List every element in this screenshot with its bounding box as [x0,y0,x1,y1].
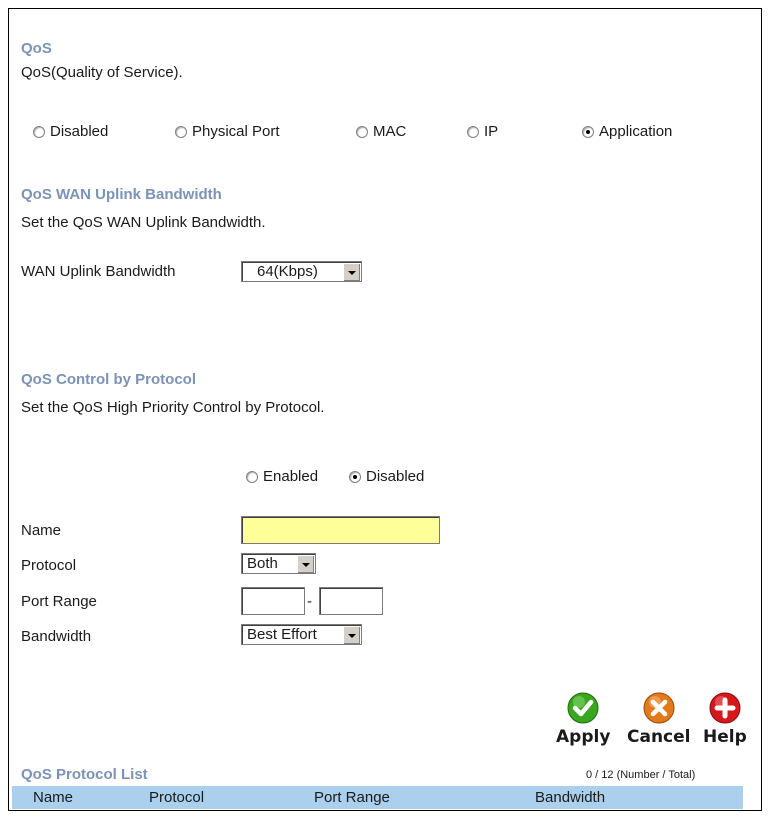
wan-bandwidth-select[interactable]: 64(Kbps) [241,261,362,282]
column-header-name: Name [33,789,74,806]
radio-label: Enabled [263,468,319,485]
radio-circle [467,125,479,138]
chevron-down-icon [343,263,360,281]
check-icon [567,692,599,724]
protocol-heading: QoS Control by Protocol [21,371,196,388]
name-field[interactable] [241,516,440,544]
port-range-to[interactable] [319,587,383,615]
close-icon [643,692,675,724]
cancel-button[interactable]: Cancel [627,692,690,747]
help-button[interactable]: Help [703,692,747,747]
wan-bandwidth-label: WAN Uplink Bandwidth [21,263,176,280]
radio-circle [356,125,368,138]
radio-mode-physical-port[interactable]: Physical Port [175,123,280,140]
apply-label: Apply [556,727,611,747]
help-label: Help [703,727,747,747]
column-header-bandwidth: Bandwidth [535,789,606,806]
radio-circle [349,470,361,483]
radio-circle [33,125,45,138]
radio-mode-mac[interactable]: MAC [356,123,406,140]
protocol-description: Set the QoS High Priority Control by Pro… [21,399,325,416]
protocol-list-heading: QoS Protocol List [21,766,148,783]
radio-circle [175,125,187,138]
column-header-protocol: Protocol [149,789,205,806]
radio-label: MAC [373,123,407,140]
port-range-from[interactable] [241,587,305,615]
qos-description: QoS(Quality of Service). [21,64,183,81]
port-range-label: Port Range [21,593,97,610]
select-value: Both [247,555,278,572]
port-range-separator: - [307,593,312,610]
wan-description: Set the QoS WAN Uplink Bandwidth. [21,214,266,231]
bandwidth-select[interactable]: Best Effort [241,624,362,645]
protocol-list-count: 0 / 12 (Number / Total) [586,769,696,781]
radio-label: IP [484,123,499,140]
chevron-down-icon [297,555,314,573]
bandwidth-label: Bandwidth [21,628,92,645]
radio-label: Disabled [366,468,425,485]
radio-label: Disabled [50,123,109,140]
protocol-label: Protocol [21,557,77,574]
radio-mode-disabled[interactable]: Disabled [33,123,108,140]
radio-mode-ip[interactable]: IP [467,123,498,140]
radio-label: Application [599,123,673,140]
column-header-port-range: Port Range [314,789,390,806]
radio-mode-application[interactable]: Application [582,123,672,140]
apply-button[interactable]: Apply [556,692,610,747]
select-value: 64(Kbps) [257,263,318,280]
radio-circle [246,470,258,483]
name-label: Name [21,522,62,539]
select-value: Best Effort [247,626,317,643]
radio-label: Physical Port [192,123,280,140]
protocol-list-header: Name Protocol Port Range Bandwidth [12,786,743,809]
radio-enabled[interactable]: Enabled [246,468,318,485]
cancel-label: Cancel [627,727,691,747]
wan-heading: QoS WAN Uplink Bandwidth [21,186,222,203]
plus-icon [709,692,741,724]
qos-heading: QoS [21,40,52,57]
chevron-down-icon [343,626,360,644]
radio-circle [582,125,594,138]
protocol-select[interactable]: Both [241,553,316,574]
radio-disabled[interactable]: Disabled [349,468,424,485]
